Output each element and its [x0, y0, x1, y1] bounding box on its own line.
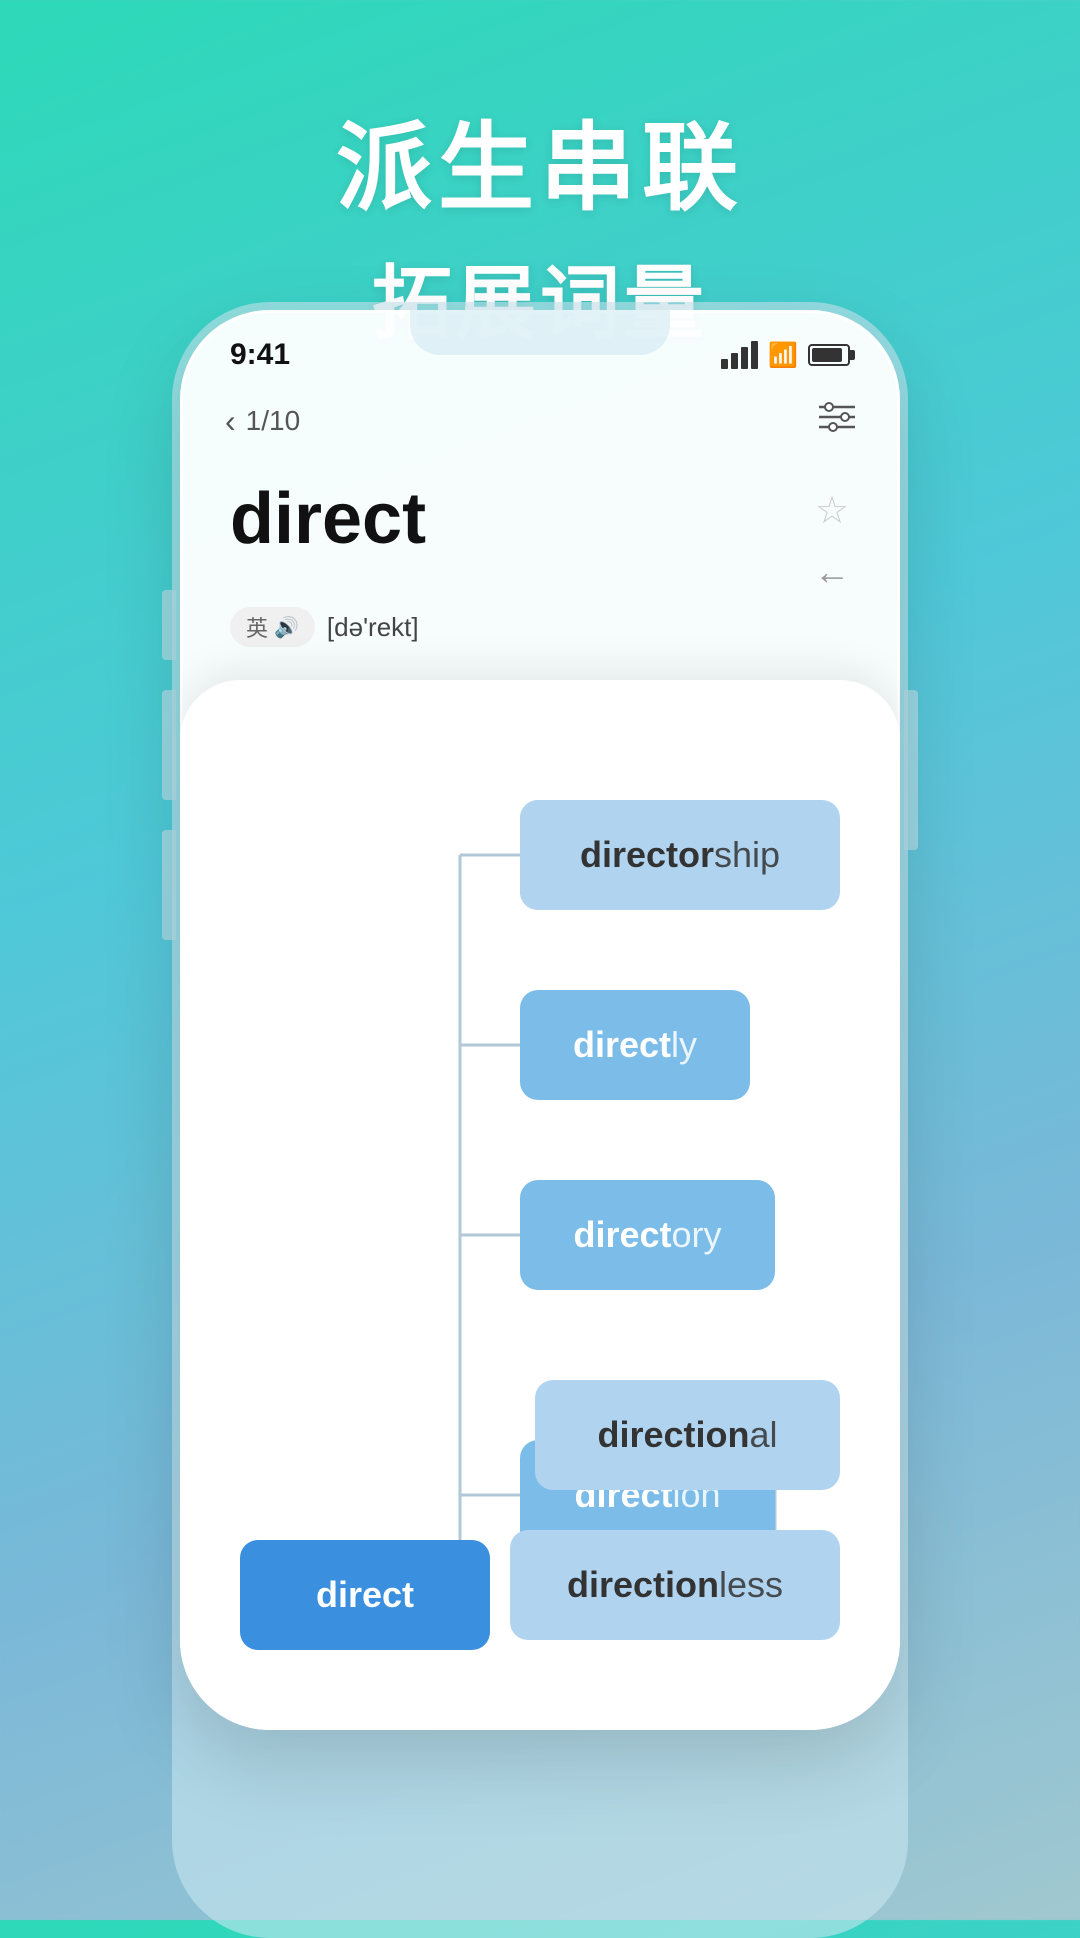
- node-directorship[interactable]: directorship: [520, 800, 840, 910]
- phonetic-badge[interactable]: 英 🔊: [230, 607, 315, 647]
- node-directorship-word: directorship: [580, 834, 780, 876]
- nav-back[interactable]: ‹ 1/10: [225, 403, 300, 440]
- battery-icon: [808, 344, 850, 366]
- lang-label: 英: [246, 611, 268, 643]
- node-directionless[interactable]: directionless: [510, 1530, 840, 1640]
- side-button-vol-up: [162, 690, 176, 800]
- wifi-icon: 📶: [768, 341, 798, 370]
- status-time: 9:41: [230, 338, 290, 372]
- status-icons: 📶: [721, 341, 850, 370]
- tree-card: director directorship directly: [180, 680, 900, 1730]
- node-directional-word: directional: [597, 1414, 777, 1456]
- phonetic-text: [də'rekt]: [327, 612, 419, 643]
- speaker-icon: 🔊: [274, 615, 299, 640]
- word-title: direct: [230, 480, 426, 559]
- phone-frame: 9:41 📶 ‹ 1/: [180, 310, 900, 1730]
- status-bar: 9:41 📶: [180, 310, 900, 382]
- node-directional[interactable]: directional: [535, 1380, 840, 1490]
- side-button-mute: [162, 590, 176, 660]
- side-button-power: [904, 690, 918, 850]
- phone-inner: 9:41 📶 ‹ 1/: [180, 310, 900, 1730]
- star-icon[interactable]: ☆: [815, 488, 849, 533]
- node-directly-word: directly: [573, 1024, 697, 1066]
- phone-container: 9:41 📶 ‹ 1/: [180, 310, 900, 1930]
- node-directory-word: directory: [573, 1214, 721, 1256]
- node-directionless-word: directionless: [567, 1564, 783, 1606]
- signal-icon: [721, 341, 758, 369]
- node-directly[interactable]: directly: [520, 990, 750, 1100]
- node-root-word: direct: [316, 1574, 414, 1616]
- back-icon[interactable]: ←: [814, 551, 850, 593]
- header-line1: 派生串联: [0, 90, 1080, 229]
- filter-icon[interactable]: [819, 402, 855, 440]
- nav-bar: ‹ 1/10: [180, 382, 900, 460]
- nav-progress: 1/10: [246, 405, 301, 437]
- node-directory[interactable]: directory: [520, 1180, 775, 1290]
- phonetic-row: 英 🔊 [də'rekt]: [230, 607, 850, 647]
- node-root[interactable]: direct: [240, 1540, 490, 1650]
- word-action-icons: ☆ ←: [814, 480, 850, 593]
- word-header: direct ☆ ←: [230, 480, 850, 593]
- side-button-vol-down: [162, 830, 176, 940]
- back-chevron-icon: ‹: [225, 403, 236, 440]
- tree-area: director directorship directly: [180, 680, 900, 1730]
